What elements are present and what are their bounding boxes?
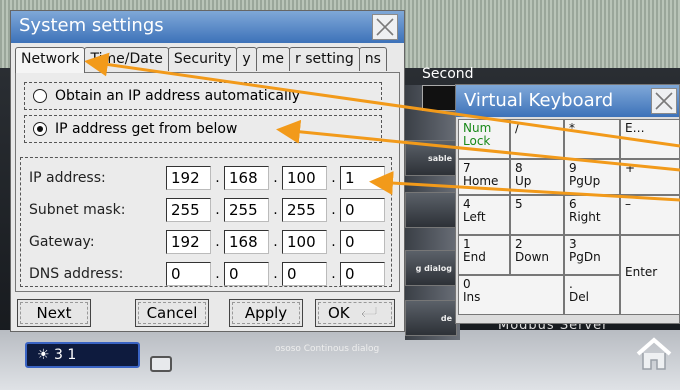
gateway-octet-1[interactable]: 192 <box>166 230 211 254</box>
subnet-octet-3[interactable]: 255 <box>282 198 327 222</box>
gateway-row: Gateway: 192. 168. 100. 0 <box>21 228 391 256</box>
subnet-octet-4[interactable]: 0 <box>340 198 385 222</box>
key-2[interactable]: 2 Down <box>510 235 564 275</box>
dot-separator: . <box>215 202 220 218</box>
ip-octet-3[interactable]: 100 <box>282 166 327 190</box>
ip-octet-2[interactable]: 168 <box>224 166 269 190</box>
dns-octet-4[interactable]: 0 <box>340 262 385 286</box>
ip-address-label: IP address: <box>29 170 106 186</box>
key-9[interactable]: 9 PgUp <box>564 159 620 195</box>
dot-separator: . <box>273 266 278 282</box>
brightness-widget[interactable]: ☀ 3 1 <box>25 342 140 368</box>
home-icon[interactable] <box>634 336 674 372</box>
gateway-octet-2[interactable]: 168 <box>224 230 269 254</box>
radio-manual-ip[interactable]: IP address get from below <box>24 115 382 143</box>
key-decimal[interactable]: . Del <box>564 275 620 315</box>
key-minus[interactable]: – <box>620 195 680 235</box>
ip-address-row: IP address: 192. 168. 100. 1 <box>21 164 391 192</box>
network-tab-panel: Obtain an IP address automatically IP ad… <box>15 72 400 292</box>
apply-button[interactable]: Apply <box>229 299 303 327</box>
dot-separator: . <box>331 234 336 250</box>
key-7[interactable]: 7 Home <box>458 159 510 195</box>
subnet-mask-row: Subnet mask: 255. 255. 255. 0 <box>21 196 391 224</box>
subnet-octet-2[interactable]: 255 <box>224 198 269 222</box>
gateway-label: Gateway: <box>29 234 95 250</box>
key-3[interactable]: 3 PgDn <box>564 235 620 275</box>
keyboard-title-text: Virtual Keyboard <box>464 90 614 111</box>
tab-partial-4[interactable]: y <box>236 47 257 71</box>
dot-separator: . <box>215 170 220 186</box>
key-6[interactable]: 6 Right <box>564 195 620 235</box>
background-button[interactable]: de <box>405 300 457 336</box>
minimize-widget[interactable] <box>150 356 172 372</box>
ok-label: OK <box>328 304 350 322</box>
tab-network[interactable]: Network <box>15 47 86 73</box>
subnet-mask-label: Subnet mask: <box>29 202 126 218</box>
radio-manual-label: IP address get from below <box>55 121 238 137</box>
gateway-octet-3[interactable]: 100 <box>282 230 327 254</box>
tab-partial-6[interactable]: r setting <box>288 47 360 71</box>
tab-time-date[interactable]: Time/Date <box>84 47 169 71</box>
close-icon <box>376 18 394 36</box>
background-button[interactable] <box>405 192 457 228</box>
ip-settings-group: IP address: 192. 168. 100. 1 Subnet mask… <box>20 157 392 287</box>
dot-separator: . <box>273 202 278 218</box>
system-settings-dialog: System settings Network Time/Date Securi… <box>10 10 405 332</box>
background-caption: ososo Continous dialog <box>275 344 380 354</box>
key-plus[interactable]: + <box>620 159 680 195</box>
dialog-close-button[interactable] <box>372 14 398 40</box>
dns-octet-3[interactable]: 0 <box>282 262 327 286</box>
key-enter[interactable]: Enter <box>620 235 680 315</box>
dot-separator: . <box>273 234 278 250</box>
keyboard-close-button[interactable] <box>651 88 677 114</box>
key-divide[interactable]: / <box>510 119 564 159</box>
key-1[interactable]: 1 End <box>458 235 510 275</box>
dialog-title: System settings <box>11 11 404 43</box>
key-escape[interactable]: E… <box>620 119 680 159</box>
radio-button[interactable] <box>33 89 47 103</box>
keyboard-title: Virtual Keyboard <box>456 85 679 117</box>
tab-security[interactable]: Security <box>167 47 238 71</box>
dns-octet-2[interactable]: 0 <box>224 262 269 286</box>
dot-separator: . <box>215 266 220 282</box>
next-button[interactable]: Next <box>17 299 91 327</box>
dialog-button-row: Next Cancel Apply OK <box>11 295 404 331</box>
dns-address-label: DNS address: <box>29 266 124 282</box>
enter-icon <box>360 307 377 318</box>
radio-auto-ip[interactable]: Obtain an IP address automatically <box>24 82 382 110</box>
ok-button[interactable]: OK <box>315 299 395 327</box>
gateway-octet-4[interactable]: 0 <box>340 230 385 254</box>
radio-button-selected[interactable] <box>33 122 47 136</box>
dot-separator: . <box>273 170 278 186</box>
radio-auto-label: Obtain an IP address automatically <box>55 88 301 104</box>
tab-partial-7[interactable]: ns <box>358 47 387 71</box>
dot-separator: . <box>331 202 336 218</box>
subnet-octet-1[interactable]: 255 <box>166 198 211 222</box>
tab-bar: Network Time/Date Security y me r settin… <box>15 47 403 73</box>
key-8[interactable]: 8 Up <box>510 159 564 195</box>
key-4[interactable]: 4 Left <box>458 195 510 235</box>
key-0[interactable]: 0 Ins <box>458 275 564 315</box>
dot-separator: . <box>215 234 220 250</box>
key-5[interactable]: 5 <box>510 195 564 235</box>
tab-partial-5[interactable]: me <box>255 47 290 71</box>
virtual-keyboard: Virtual Keyboard Num Lock / * E… 7 Home 8U… <box>455 84 680 324</box>
close-icon <box>655 92 673 110</box>
key-multiply[interactable]: * <box>564 119 620 159</box>
ip-octet-4[interactable]: 1 <box>340 166 385 190</box>
ip-octet-1[interactable]: 192 <box>166 166 211 190</box>
dot-separator: . <box>331 170 336 186</box>
background-button[interactable]: g dialog <box>405 250 457 286</box>
background-button[interactable]: sable <box>405 140 457 176</box>
key-numlock[interactable]: Num Lock <box>458 119 510 159</box>
cancel-button[interactable]: Cancel <box>135 299 209 327</box>
second-label: Second <box>422 66 474 82</box>
dot-separator: . <box>331 266 336 282</box>
dns-octet-1[interactable]: 0 <box>166 262 211 286</box>
second-input[interactable] <box>422 85 458 111</box>
dns-address-row: DNS address: 0. 0. 0. 0 <box>21 260 391 288</box>
